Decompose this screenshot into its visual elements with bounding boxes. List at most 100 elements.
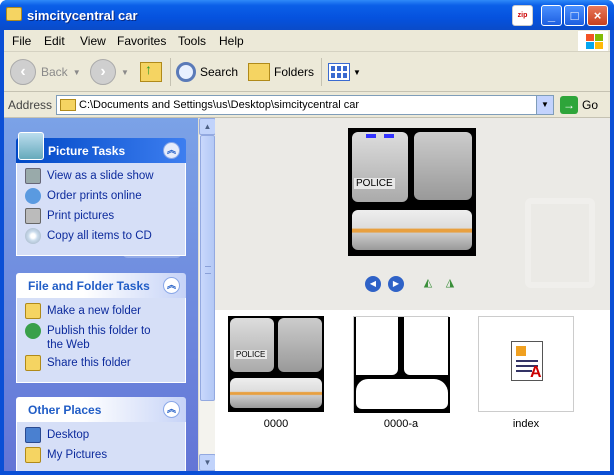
file-item[interactable]: A index <box>478 316 574 430</box>
collapse-icon[interactable]: ︽ <box>163 142 180 159</box>
other-places-header[interactable]: Other Places ︽ <box>16 397 186 422</box>
chevron-down-icon: ▼ <box>121 67 129 77</box>
menu-favorites[interactable]: Favorites <box>117 34 166 48</box>
menu-view[interactable]: View <box>80 34 106 48</box>
up-folder-button[interactable]: ↑ <box>140 58 162 86</box>
go-label: Go <box>582 98 599 112</box>
title-bar[interactable]: simcitycentral car zip _ □ × <box>0 0 614 30</box>
menu-bar: File Edit View Favorites Tools Help <box>4 30 610 52</box>
explorer-window: simcitycentral car zip _ □ × File Edit V… <box>0 0 614 475</box>
thumbnail-list: POLICE 0000 0000-a A index <box>215 310 610 471</box>
rotate-counterclockwise-icon[interactable]: ◮ <box>441 276 459 290</box>
preview-image[interactable]: POLICE <box>348 128 476 256</box>
preview-police-text: POLICE <box>354 178 395 189</box>
menu-edit[interactable]: Edit <box>44 34 65 48</box>
file-item[interactable]: POLICE 0000 <box>228 316 324 430</box>
close-button[interactable]: × <box>587 5 608 26</box>
rotate-clockwise-icon[interactable]: ◭ <box>419 276 437 290</box>
address-path: C:\Documents and Settings\us\Desktop\sim… <box>79 99 360 111</box>
content-pane: POLICE ◀ ▶ ◭ ◮ POLICE 0000 0000-a A inde… <box>215 118 610 471</box>
printer-icon <box>25 208 41 224</box>
chevron-down-icon[interactable]: ▼ <box>536 96 553 114</box>
thumbnail-0000: POLICE <box>228 316 324 412</box>
file-name: 0000-a <box>383 418 419 430</box>
go-button[interactable]: → Go <box>560 96 598 114</box>
place-label: My Pictures <box>47 449 108 461</box>
picture-tasks-title: Picture Tasks <box>48 144 126 158</box>
file-item[interactable]: 0000-a <box>353 316 450 430</box>
task-label: View as a slide show <box>47 170 154 182</box>
folders-button[interactable]: Folders <box>248 58 314 86</box>
picture-tasks-body: View as a slide show Order prints online… <box>16 163 186 256</box>
picture-tasks-icon <box>18 132 44 160</box>
views-button[interactable]: ▼ <box>328 58 361 86</box>
go-arrow-icon: → <box>560 96 578 114</box>
file-folder-tasks-header[interactable]: File and Folder Tasks ︽ <box>16 273 186 298</box>
previous-image-icon[interactable]: ◀ <box>365 276 381 292</box>
window-title: simcitycentral car <box>27 8 138 23</box>
thumbnail-police-text: POLICE <box>234 350 268 359</box>
desktop-icon <box>25 427 41 443</box>
task-print-pictures[interactable]: Print pictures <box>25 208 185 229</box>
other-places-panel: Other Places ︽ Desktop My Pictures <box>16 397 186 471</box>
picture-tasks-header[interactable]: Picture Tasks ︽ <box>16 132 186 163</box>
task-label: Publish this folder to the Web <box>47 325 151 351</box>
address-bar: Address C:\Documents and Settings\us\Des… <box>4 92 610 118</box>
next-image-icon[interactable]: ▶ <box>388 276 404 292</box>
globe-icon <box>25 188 41 204</box>
chevron-down-icon: ▼ <box>72 67 81 77</box>
task-label: Make a new folder <box>47 305 141 317</box>
task-label: Copy all items to CD <box>47 230 152 242</box>
menu-tools[interactable]: Tools <box>178 34 206 48</box>
thumbnail-0000-a <box>353 316 450 413</box>
toolbar: ‹ Back ▼ › ▼ ↑ Search Folders ▼ <box>4 52 610 92</box>
forward-button[interactable]: › ▼ <box>90 58 129 86</box>
my-pictures-icon <box>25 447 41 463</box>
task-pane-scrollbar[interactable]: ▲ ▼ <box>198 118 216 471</box>
file-name: 0000 <box>263 418 289 430</box>
filmstrip-preview: POLICE ◀ ▶ ◭ ◮ <box>215 118 610 310</box>
search-button[interactable]: Search <box>176 58 238 86</box>
task-order-prints[interactable]: Order prints online <box>25 188 185 209</box>
task-label: Order prints online <box>47 190 142 202</box>
address-input[interactable]: C:\Documents and Settings\us\Desktop\sim… <box>56 95 554 115</box>
thumbnail-index: A <box>478 316 574 412</box>
forward-arrow-icon: › <box>90 59 116 85</box>
slide-show-icon <box>25 168 41 184</box>
globe-icon <box>25 323 41 339</box>
maximize-button[interactable]: □ <box>564 5 585 26</box>
new-folder-icon <box>25 303 41 319</box>
task-label: Share this folder <box>47 357 131 369</box>
task-new-folder[interactable]: Make a new folder <box>25 303 185 324</box>
folder-icon <box>6 7 22 21</box>
menu-help[interactable]: Help <box>219 34 244 48</box>
scroll-down-icon[interactable]: ▼ <box>199 454 216 471</box>
zip-button[interactable]: zip <box>512 5 533 26</box>
search-label: Search <box>200 65 239 79</box>
back-button[interactable]: ‹ Back ▼ <box>10 58 81 86</box>
back-arrow-icon: ‹ <box>10 59 36 85</box>
place-desktop[interactable]: Desktop <box>25 427 185 448</box>
collapse-icon[interactable]: ︽ <box>163 401 180 418</box>
scroll-thumb[interactable] <box>200 135 215 401</box>
collapse-icon[interactable]: ︽ <box>163 277 180 294</box>
file-folder-tasks-body: Make a new folder Publish this folder to… <box>16 298 186 383</box>
task-share-folder[interactable]: Share this folder <box>25 355 185 376</box>
address-label: Address <box>8 98 53 112</box>
place-my-pictures[interactable]: My Pictures <box>25 447 185 468</box>
task-pane: Picture Tasks ︽ View as a slide show Ord… <box>4 118 198 471</box>
task-slide-show[interactable]: View as a slide show <box>25 168 185 189</box>
task-label: Print pictures <box>47 210 115 222</box>
scroll-up-icon[interactable]: ▲ <box>199 118 216 135</box>
minimize-button[interactable]: _ <box>541 5 562 26</box>
views-icon <box>328 63 350 81</box>
file-folder-tasks-title: File and Folder Tasks <box>28 279 150 293</box>
share-folder-icon <box>25 355 41 371</box>
chevron-down-icon: ▼ <box>353 67 361 77</box>
file-folder-tasks-panel: File and Folder Tasks ︽ Make a new folde… <box>16 273 186 383</box>
back-label: Back <box>41 65 68 79</box>
task-publish-web[interactable]: Publish this folder to the Web <box>25 323 185 356</box>
menu-file[interactable]: File <box>12 34 31 48</box>
windows-logo-icon <box>578 31 608 51</box>
task-copy-to-cd[interactable]: Copy all items to CD <box>25 228 185 249</box>
